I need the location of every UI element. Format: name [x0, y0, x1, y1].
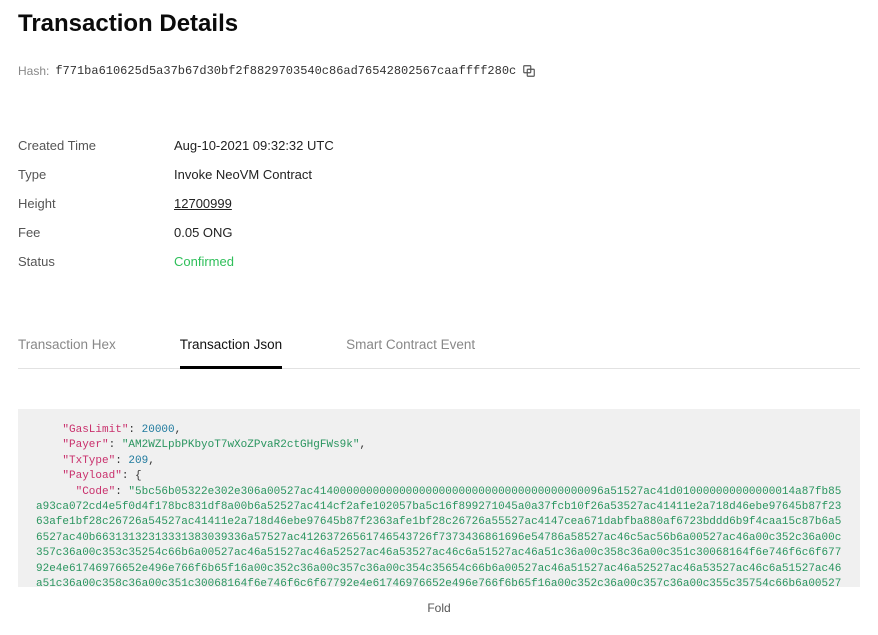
hash-value: f771ba610625d5a37b67d30bf2f8829703540c86…: [55, 64, 516, 78]
json-content: "GasLimit": 20000, "Payer": "AM2WZLpbPKb…: [18, 409, 860, 587]
fee-value: 0.05 ONG: [174, 225, 233, 240]
tab-transaction-json[interactable]: Transaction Json: [180, 331, 282, 368]
fee-label: Fee: [18, 225, 174, 240]
copy-icon[interactable]: [522, 64, 536, 78]
fold-button[interactable]: Fold: [18, 601, 860, 615]
hash-row: Hash: f771ba610625d5a37b67d30bf2f8829703…: [18, 64, 860, 78]
status-label: Status: [18, 254, 174, 269]
height-label: Height: [18, 196, 174, 211]
type-value: Invoke NeoVM Contract: [174, 167, 312, 182]
tab-transaction-hex[interactable]: Transaction Hex: [18, 331, 116, 368]
hash-label: Hash:: [18, 64, 49, 78]
type-label: Type: [18, 167, 174, 182]
height-value[interactable]: 12700999: [174, 196, 232, 211]
tabs: Transaction Hex Transaction Json Smart C…: [18, 331, 860, 369]
tab-smart-contract-event[interactable]: Smart Contract Event: [346, 331, 475, 368]
created-time-label: Created Time: [18, 138, 174, 153]
meta-table: Created Time Aug-10-2021 09:32:32 UTC Ty…: [18, 138, 860, 269]
status-value: Confirmed: [174, 254, 234, 269]
created-time-value: Aug-10-2021 09:32:32 UTC: [174, 138, 334, 153]
page-title: Transaction Details: [18, 10, 860, 38]
